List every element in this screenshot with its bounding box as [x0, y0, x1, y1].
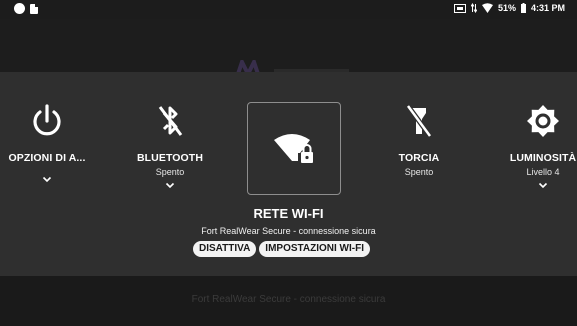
wifi-secure-icon — [274, 133, 313, 163]
wifi-signal-icon — [481, 3, 493, 13]
background-footer-text: Fort RealWear Secure - connessione sicur… — [191, 294, 386, 305]
battery-icon — [520, 3, 526, 13]
chevron-down-icon[interactable] — [0, 176, 97, 183]
wifi-network-name: Fort RealWear Secure - connessione sicur… — [201, 226, 376, 236]
wifi-actions: DISATTIVA IMPOSTAZIONI WI-FI — [193, 241, 370, 257]
tile-status: Spento — [404, 167, 434, 177]
notification-dot-icon — [14, 3, 25, 14]
wifi-title: RETE WI-FI — [253, 206, 324, 221]
tile-status: Livello 4 — [526, 167, 560, 177]
flashlight-off-icon — [369, 103, 469, 143]
tile-status: Spento — [155, 167, 185, 177]
chevron-down-icon[interactable] — [120, 182, 220, 189]
document-icon — [30, 3, 38, 14]
clock: 4:31 PM — [530, 3, 565, 13]
screen-cast-icon — [453, 3, 466, 13]
status-bar: 51% 4:31 PM — [0, 0, 577, 19]
tile-label: OPZIONI DI A... — [8, 152, 86, 164]
tile-label: BLUETOOTH — [136, 152, 204, 164]
chevron-down-icon[interactable] — [493, 182, 577, 189]
quick-settings-overlay: OPZIONI DI A... BLUETOOTH Spento TORCIA … — [0, 72, 577, 276]
status-right: 51% 4:31 PM — [453, 3, 565, 13]
disable-wifi-button[interactable]: DISATTIVA — [193, 241, 257, 257]
tile-label: TORCIA — [398, 152, 440, 164]
power-icon — [0, 103, 97, 143]
status-left-icons — [14, 3, 38, 14]
wifi-settings-button[interactable]: IMPOSTAZIONI WI-FI — [259, 241, 370, 257]
battery-percent: 51% — [497, 3, 516, 13]
bluetooth-off-icon — [120, 103, 220, 143]
tile-wifi[interactable] — [247, 102, 341, 195]
brightness-icon — [493, 103, 577, 143]
data-arrows-icon — [470, 3, 477, 13]
tile-label: LUMINOSITÀ — [509, 152, 577, 164]
